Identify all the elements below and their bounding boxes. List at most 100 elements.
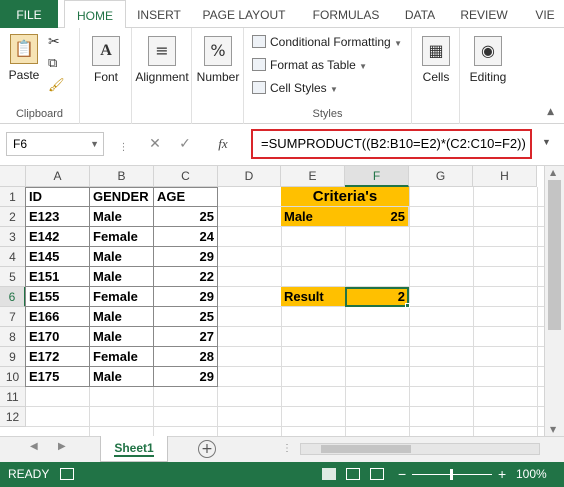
- tab-review[interactable]: REVIEW: [454, 0, 514, 28]
- cell-id[interactable]: E172: [26, 347, 90, 367]
- tab-data[interactable]: DATA: [398, 0, 442, 28]
- zoom-out-icon[interactable]: −: [398, 462, 406, 487]
- cell-styles-button[interactable]: Cell Styles ▼: [252, 78, 338, 98]
- cell-age[interactable]: 28: [154, 347, 218, 367]
- cell-id[interactable]: E151: [26, 267, 90, 287]
- cells-button[interactable]: ▦ Cells: [412, 36, 460, 84]
- horizontal-scrollbar[interactable]: [300, 443, 540, 455]
- cell-a1[interactable]: ID: [26, 187, 90, 207]
- sheet-tab-sheet1[interactable]: Sheet1: [100, 436, 168, 462]
- result-label-cell[interactable]: Result: [281, 287, 345, 307]
- cancel-icon[interactable]: ✕: [144, 132, 166, 156]
- horizontal-scroll-thumb[interactable]: [321, 445, 411, 453]
- paste-button[interactable]: 📋 Paste: [6, 34, 42, 82]
- cell-id[interactable]: E142: [26, 227, 90, 247]
- worksheet-grid[interactable]: A B C D E F G H 1 2 3 4 5 6 7 8 9 10 11 …: [0, 166, 564, 436]
- result-value-cell[interactable]: 2: [345, 287, 409, 307]
- cell-gender[interactable]: Female: [90, 347, 154, 367]
- tab-home[interactable]: HOME: [64, 0, 126, 29]
- scroll-down-icon[interactable]: ▼: [550, 425, 556, 434]
- cell-age[interactable]: 24: [154, 227, 218, 247]
- cell-gender[interactable]: Male: [90, 307, 154, 327]
- row-header-3[interactable]: 3: [0, 227, 26, 247]
- column-header-d[interactable]: D: [218, 166, 281, 187]
- scroll-up-icon[interactable]: ▲: [550, 168, 556, 177]
- add-sheet-icon[interactable]: +: [198, 440, 216, 458]
- column-header-b[interactable]: B: [90, 166, 154, 187]
- page-break-view-icon[interactable]: [370, 468, 384, 480]
- row-header-6[interactable]: 6: [0, 287, 26, 307]
- expand-formula-bar-icon[interactable]: ▼: [542, 137, 551, 147]
- row-header-12[interactable]: 12: [0, 407, 26, 427]
- next-sheet-icon[interactable]: ▶: [58, 441, 66, 452]
- chevron-down-icon[interactable]: ▼: [90, 133, 99, 155]
- zoom-level[interactable]: 100%: [516, 462, 547, 487]
- cell-age[interactable]: 29: [154, 367, 218, 387]
- name-box[interactable]: F6 ▼: [6, 132, 104, 156]
- cell-gender[interactable]: Female: [90, 287, 154, 307]
- prev-sheet-icon[interactable]: ◀: [30, 441, 38, 452]
- cell-gender[interactable]: Male: [90, 247, 154, 267]
- formula-input[interactable]: =SUMPRODUCT((B2:B10=E2)*(C2:C10=F2)): [251, 129, 532, 159]
- cell-age[interactable]: 29: [154, 287, 218, 307]
- criteria-age-cell[interactable]: 25: [345, 207, 409, 227]
- tab-formulas[interactable]: FORMULAS: [304, 0, 388, 28]
- cell-id[interactable]: E175: [26, 367, 90, 387]
- font-button[interactable]: A Font: [88, 36, 124, 84]
- macro-record-icon[interactable]: [60, 468, 74, 480]
- row-header-4[interactable]: 4: [0, 247, 26, 267]
- editing-button[interactable]: ◉ Editing: [460, 36, 516, 84]
- criteria-gender-cell[interactable]: Male: [281, 207, 345, 227]
- cell-age[interactable]: 25: [154, 307, 218, 327]
- conditional-formatting-button[interactable]: Conditional Formatting ▼: [252, 32, 402, 52]
- cell-age[interactable]: 22: [154, 267, 218, 287]
- enter-icon[interactable]: ✓: [174, 132, 196, 156]
- cell-id[interactable]: E170: [26, 327, 90, 347]
- tab-insert[interactable]: INSERT: [130, 0, 188, 28]
- column-header-e[interactable]: E: [281, 166, 345, 187]
- cell-age[interactable]: 29: [154, 247, 218, 267]
- row-header-11[interactable]: 11: [0, 387, 26, 407]
- format-painter-icon[interactable]: 🖌: [48, 78, 65, 93]
- column-header-g[interactable]: G: [409, 166, 473, 187]
- tab-page-layout[interactable]: PAGE LAYOUT: [196, 0, 292, 28]
- cell-gender[interactable]: Male: [90, 327, 154, 347]
- column-header-c[interactable]: C: [154, 166, 218, 187]
- copy-icon[interactable]: ⧉: [48, 56, 57, 71]
- cut-icon[interactable]: ✂: [48, 34, 60, 50]
- row-header-1[interactable]: 1: [0, 187, 26, 207]
- row-header-9[interactable]: 9: [0, 347, 26, 367]
- format-as-table-button[interactable]: Format as Table ▼: [252, 55, 367, 75]
- row-header-8[interactable]: 8: [0, 327, 26, 347]
- insert-function-button[interactable]: fx: [212, 132, 234, 156]
- cell-id[interactable]: E155: [26, 287, 90, 307]
- drag-handle-icon[interactable]: ⋮: [112, 136, 134, 160]
- zoom-slider-thumb[interactable]: [450, 469, 453, 480]
- column-header-h[interactable]: H: [473, 166, 537, 187]
- vertical-scrollbar[interactable]: ▲ ▼: [544, 166, 564, 436]
- column-header-a[interactable]: A: [26, 166, 90, 187]
- cell-gender[interactable]: Female: [90, 227, 154, 247]
- cell-age[interactable]: 25: [154, 207, 218, 227]
- row-header-5[interactable]: 5: [0, 267, 26, 287]
- alignment-button[interactable]: ≡ Alignment: [132, 36, 192, 84]
- cell-gender[interactable]: Male: [90, 207, 154, 227]
- number-button[interactable]: % Number: [192, 36, 244, 84]
- cell-id[interactable]: E166: [26, 307, 90, 327]
- zoom-in-icon[interactable]: +: [498, 462, 506, 487]
- cell-gender[interactable]: Male: [90, 367, 154, 387]
- normal-view-icon[interactable]: [322, 468, 336, 480]
- cell-age[interactable]: 27: [154, 327, 218, 347]
- page-layout-view-icon[interactable]: [346, 468, 360, 480]
- cell-id[interactable]: E123: [26, 207, 90, 227]
- cell-id[interactable]: E145: [26, 247, 90, 267]
- cell-c1[interactable]: AGE: [154, 187, 218, 207]
- vertical-scroll-thumb[interactable]: [548, 180, 561, 330]
- cell-b1[interactable]: GENDER: [90, 187, 154, 207]
- cell-gender[interactable]: Male: [90, 267, 154, 287]
- collapse-ribbon-icon[interactable]: ▲: [547, 107, 554, 117]
- row-header-10[interactable]: 10: [0, 367, 26, 387]
- split-handle-icon[interactable]: ⋮: [282, 443, 292, 454]
- tab-view[interactable]: VIE: [526, 0, 564, 28]
- row-header-7[interactable]: 7: [0, 307, 26, 327]
